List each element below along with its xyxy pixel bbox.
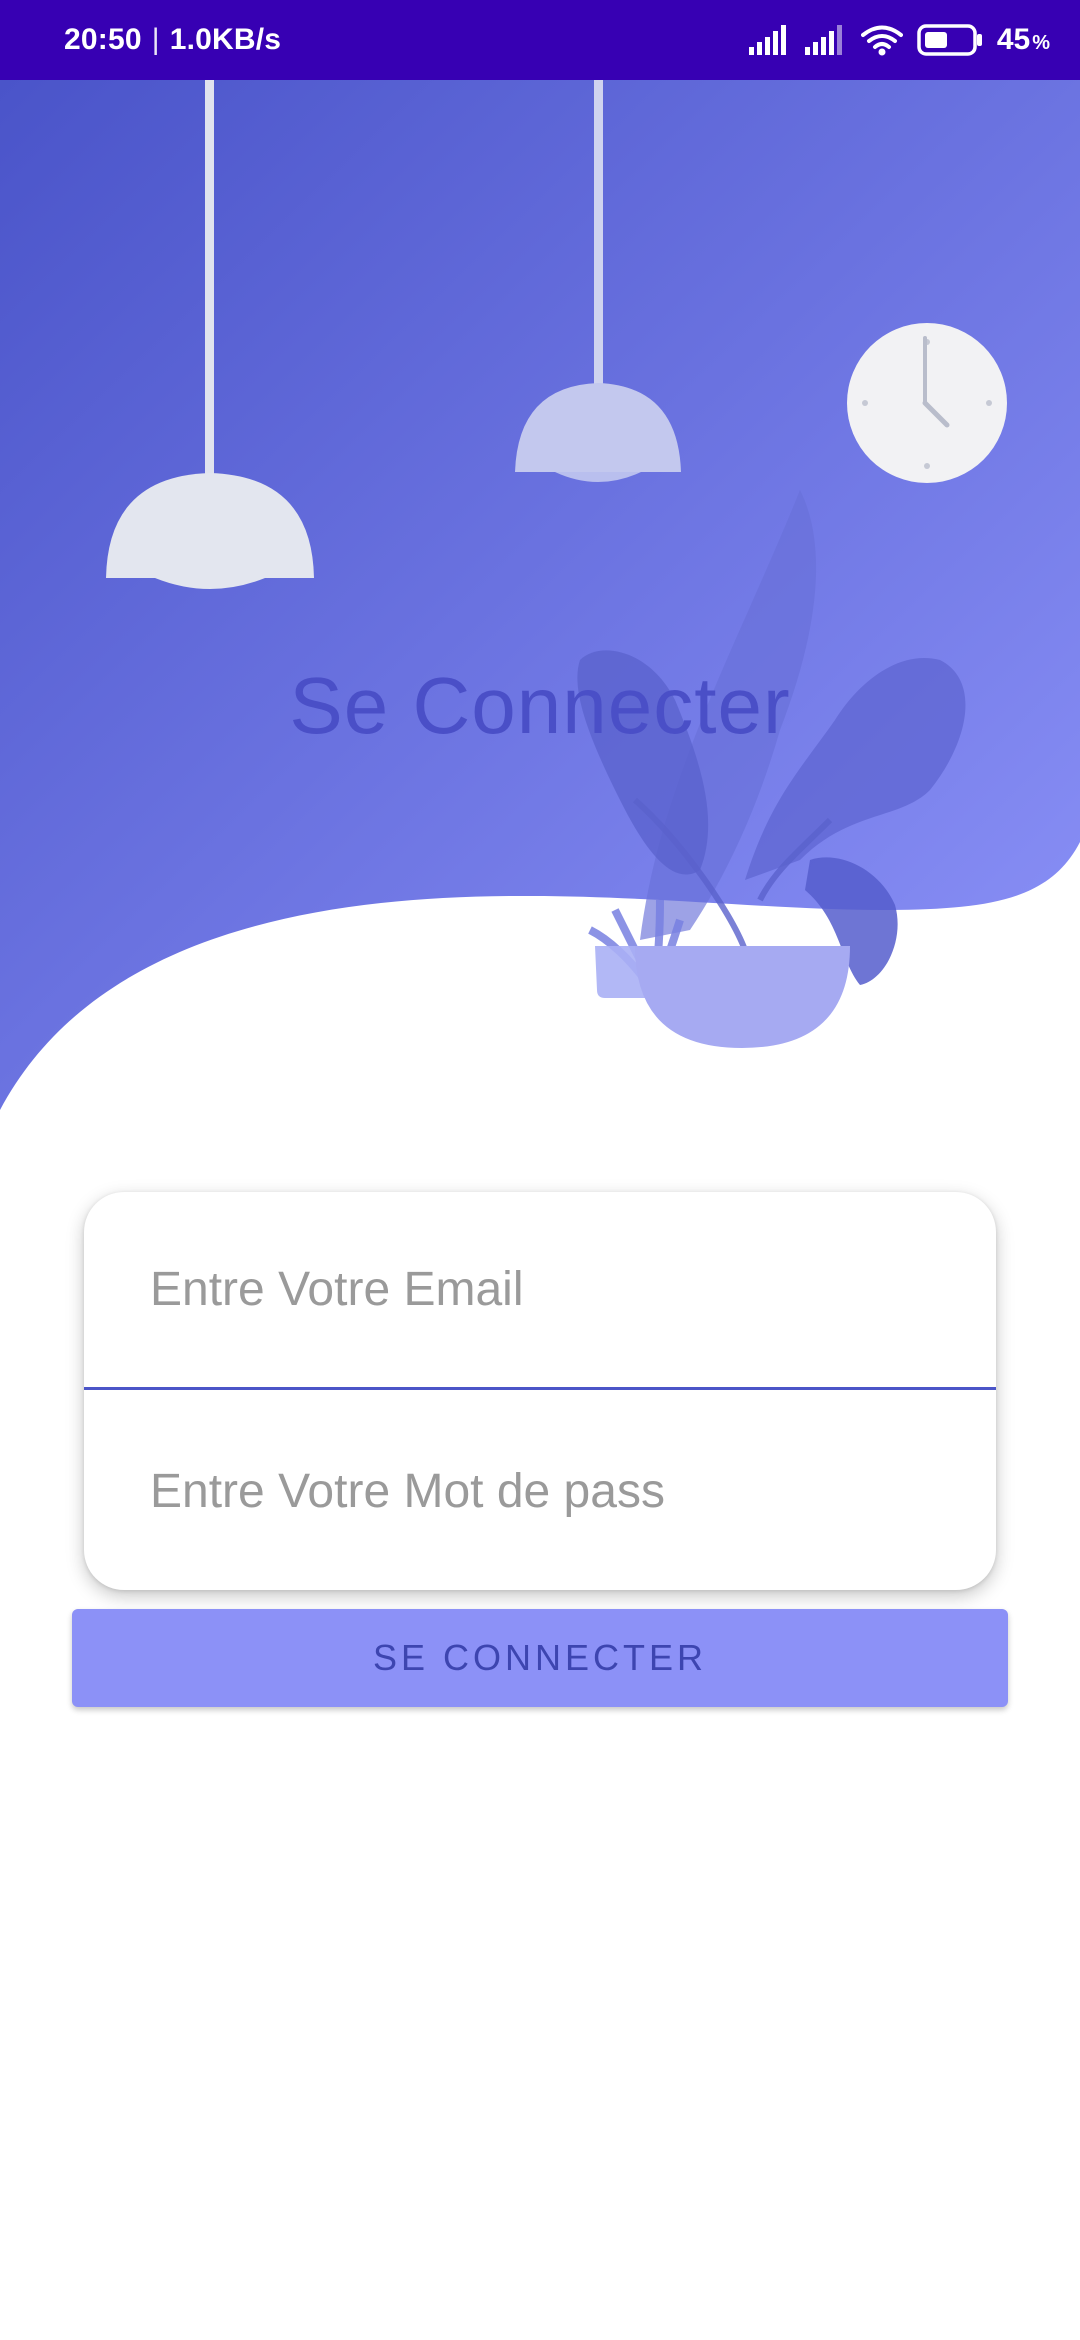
- battery-percent: 45: [996, 23, 1031, 56]
- email-field[interactable]: [84, 1192, 996, 1390]
- status-time: 20:50: [64, 23, 142, 56]
- signal-icon: [804, 25, 847, 55]
- login-button[interactable]: SE CONNECTER: [72, 1609, 1008, 1707]
- battery-level: 45 %: [997, 23, 1050, 57]
- status-bar: 20:50 | 1.0KB/s 45 %: [0, 0, 1080, 80]
- status-left: 20:50 | 1.0KB/s: [64, 0, 281, 80]
- battery-unit: %: [1032, 32, 1050, 54]
- signal-icon: [748, 25, 791, 55]
- network-speed: 1.0KB/s: [169, 23, 282, 56]
- wifi-icon: [860, 24, 903, 56]
- battery-icon: [917, 24, 983, 56]
- page-title: Se Connecter: [289, 661, 791, 750]
- login-screen: 20:50 | 1.0KB/s 45 % Se Connecter Entre …: [0, 0, 1080, 2340]
- password-field[interactable]: [84, 1392, 996, 1590]
- header-wave-background: [0, 80, 1080, 1110]
- status-separator: |: [151, 23, 160, 56]
- header-illustration: [0, 80, 1080, 1110]
- login-form-card: [84, 1192, 996, 1590]
- clock-icon: [847, 323, 1007, 483]
- status-right: 45 %: [748, 0, 1050, 80]
